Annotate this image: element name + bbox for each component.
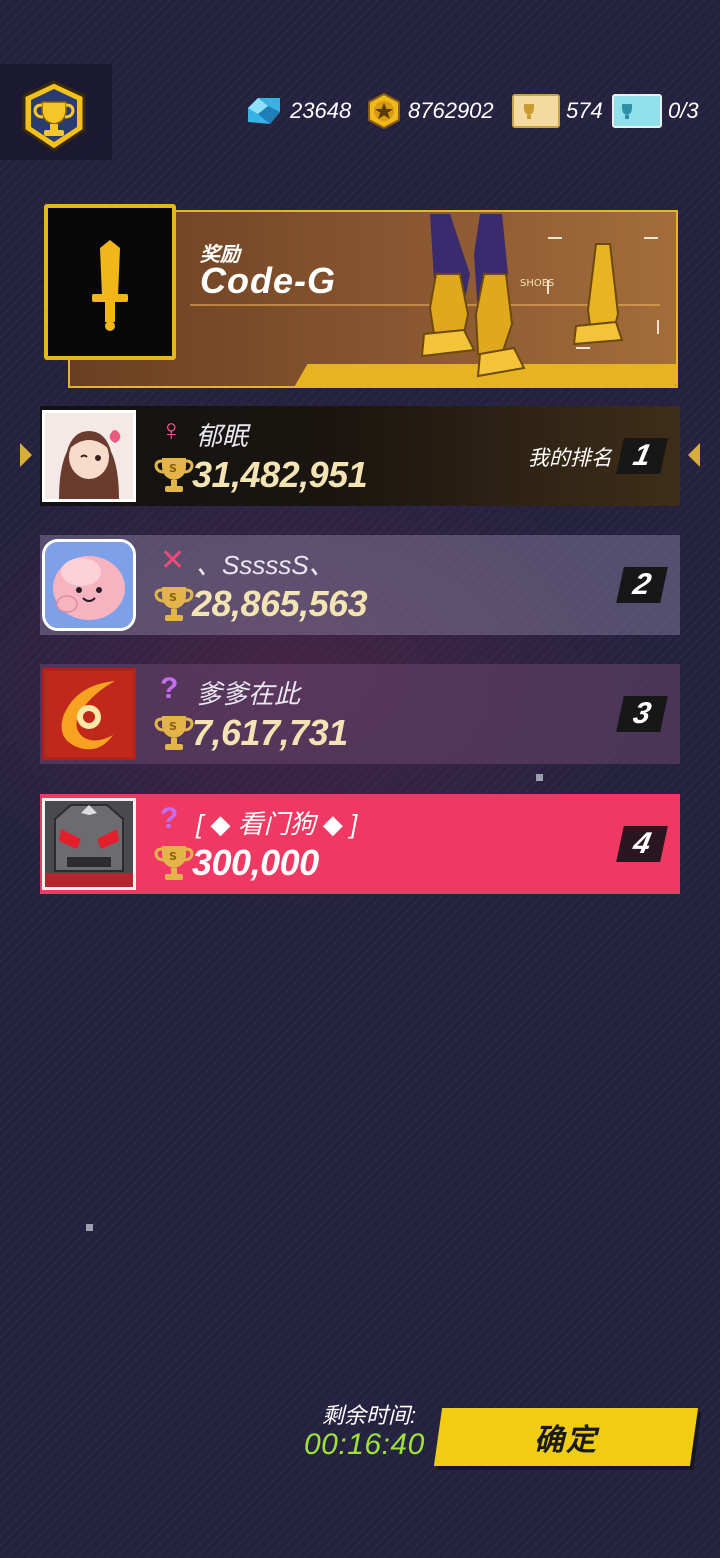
rank-number: 4	[616, 826, 668, 862]
player-score: 300,000	[192, 842, 319, 883]
trophy-icon: S	[154, 458, 194, 492]
gold-ticket-currency: 574	[512, 92, 603, 130]
ranking-row-2[interactable]: ✕ 、SssssS、 S 28,865,563 2	[40, 535, 680, 635]
gem-amount: 23648	[290, 98, 352, 123]
confirm-button[interactable]: 确定	[433, 1408, 699, 1466]
player-score: 7,617,731	[192, 712, 348, 753]
player-score: 31,482,951	[192, 454, 368, 495]
blue-ticket-amount: 0/3	[668, 98, 699, 123]
player-name: 郁眠	[196, 421, 249, 451]
next-page-arrow-icon[interactable]	[688, 443, 700, 467]
rank-number: 3	[616, 696, 668, 732]
trophy-badge-icon[interactable]	[18, 80, 90, 152]
reward-item-name: Code-G	[200, 260, 336, 301]
player-name: 、SssssS、	[196, 550, 335, 580]
confirm-button-label: 确定	[534, 1424, 598, 1457]
rank-number-text: 1	[630, 439, 654, 472]
coin-currency: 8762902	[366, 92, 494, 130]
ranking-row-4[interactable]: ? [ ◆ 看门狗 ◆ ] S 300,000 4	[40, 794, 680, 894]
sword-icon	[92, 240, 128, 331]
gold-coin-icon	[368, 93, 400, 129]
unknown-gender-icon: ?	[160, 672, 179, 705]
rank-number-text: 3	[630, 697, 654, 730]
svg-text:S: S	[169, 850, 177, 863]
blue-ticket-currency: 0/3	[612, 92, 699, 130]
female-gender-icon: ♀	[160, 414, 183, 447]
trophy-icon: S	[154, 716, 194, 750]
gem-currency: 23648	[244, 92, 351, 130]
blue-ticket-icon	[612, 94, 662, 128]
gold-ticket-amount: 574	[566, 98, 603, 123]
rank-number-text: 4	[630, 827, 654, 860]
svg-text:SHOES: SHOES	[520, 278, 554, 289]
avatar	[42, 668, 136, 760]
rank-number-text: 2	[630, 568, 654, 601]
avatar	[42, 410, 136, 502]
rank-number: 2	[616, 567, 668, 603]
time-remaining-value: 00:16:40	[304, 1428, 425, 1461]
trophy-icon: S	[154, 587, 194, 621]
prev-page-arrow-icon[interactable]	[20, 443, 32, 467]
avatar	[42, 798, 136, 890]
reward-item-slot[interactable]	[44, 204, 176, 360]
svg-text:S: S	[169, 462, 177, 475]
trophy-icon: S	[154, 846, 194, 880]
rank-number: 1	[616, 438, 668, 474]
my-rank-label: 我的排名	[528, 447, 612, 470]
time-remaining-label: 剩余时间:	[322, 1403, 417, 1428]
player-name: 爹爹在此	[196, 679, 301, 709]
ranking-row-3[interactable]: ? 爹爹在此 S 7,617,731 3	[40, 664, 680, 764]
gem-icon	[248, 98, 280, 124]
unknown-gender-icon: ?	[160, 802, 179, 835]
svg-text:S: S	[169, 591, 177, 604]
armor-legs-illustration: SHOES	[420, 214, 659, 378]
avatar	[42, 539, 136, 631]
ranking-row-1[interactable]: ♀ 郁眠 S 31,482,951 我的排名 1	[40, 406, 680, 506]
player-name: [ ◆ 看门狗 ◆ ]	[196, 809, 358, 839]
gold-ticket-icon	[512, 94, 560, 128]
svg-text:S: S	[169, 720, 177, 733]
coin-amount: 8762902	[408, 98, 494, 123]
cross-icon: ✕	[160, 544, 186, 577]
decor-speck	[86, 1224, 93, 1231]
decor-speck	[536, 774, 543, 781]
player-score: 28,865,563	[192, 583, 368, 624]
